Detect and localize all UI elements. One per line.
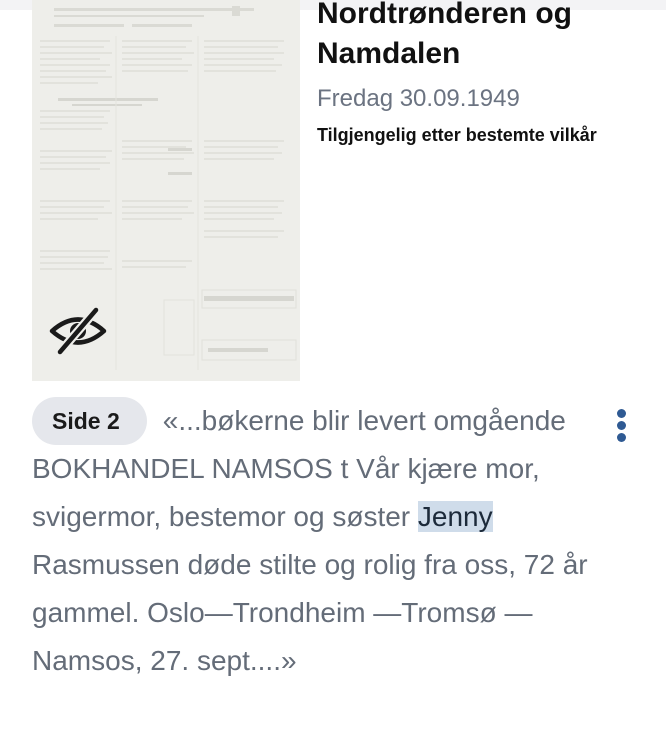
search-result-card: Nordtrønderen og Namdalen Fredag 30.09.1… — [0, 0, 666, 731]
newspaper-title[interactable]: Nordtrønderen og Namdalen — [317, 0, 647, 74]
publication-date: Fredag 30.09.1949 — [317, 85, 520, 112]
access-note: Tilgjengelig etter bestemte vilkår — [317, 125, 597, 145]
page-number-chip[interactable]: Side 2 — [32, 397, 147, 445]
eye-slash-icon — [49, 306, 107, 356]
snippet-text-after: Rasmussen døde stilte og rolig fra oss, … — [32, 549, 588, 676]
search-term-highlight: Jenny — [417, 501, 493, 532]
newspaper-thumbnail[interactable] — [32, 0, 300, 381]
search-snippet[interactable]: Side 2 «...bøkerne blir levert omgående B… — [32, 397, 592, 685]
more-options-button[interactable] — [606, 403, 638, 447]
